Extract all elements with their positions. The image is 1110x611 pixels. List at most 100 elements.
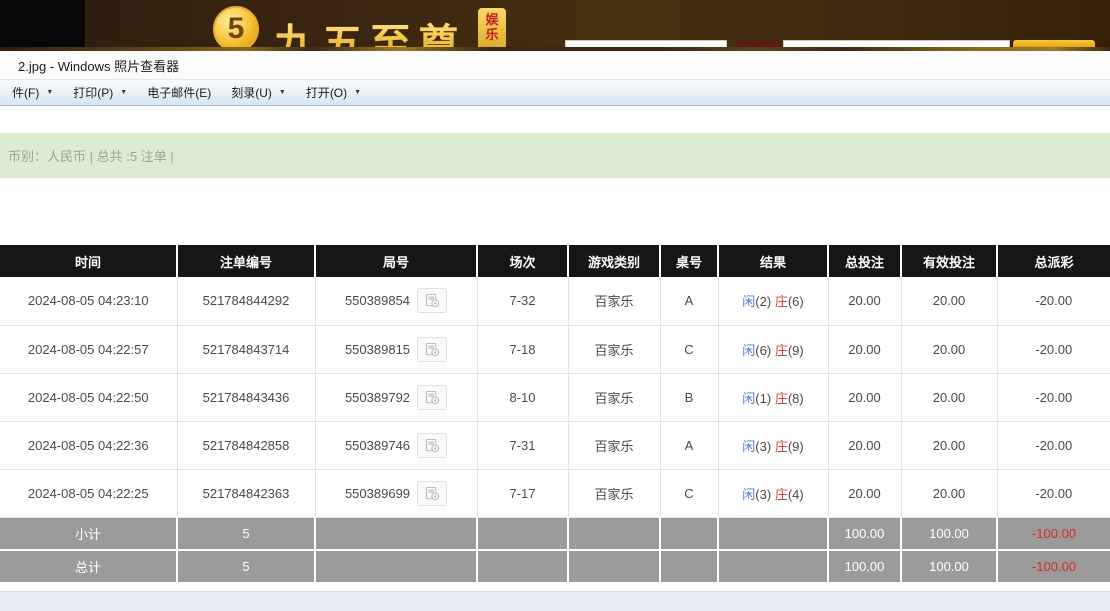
result-banker: 庄 <box>774 342 788 358</box>
replay-video-button[interactable] <box>417 432 448 458</box>
result-player: 闲 <box>742 438 756 454</box>
cell-session: 7-31 <box>477 421 569 470</box>
subtotal-valid-bet: 100.00 <box>901 517 998 551</box>
round-number: 550389699 <box>344 485 411 501</box>
cell-total-bet: 20.00 <box>828 373 902 422</box>
table-row: 2024-08-05 04:22:25 521784842363 5503896… <box>0 469 1110 518</box>
subtotal-count: 5 <box>177 517 316 551</box>
total-total-bet: 100.00 <box>828 550 902 584</box>
result-banker-score: (4) <box>787 486 804 502</box>
table-header-row: 时间 注单编号 局号 场次 游戏类别 桌号 结果 总投注 有效投注 总派彩 <box>0 245 1110 277</box>
header-bet-id: 注单编号 <box>177 245 316 277</box>
login-password-field[interactable] <box>783 40 1010 47</box>
cell-round: 550389854 <box>315 277 478 326</box>
cell-time: 2024-08-05 04:22:36 <box>0 421 178 470</box>
video-file-icon <box>425 438 439 452</box>
cell-time: 2024-08-05 04:22:25 <box>0 469 178 518</box>
replay-video-button[interactable] <box>417 336 448 362</box>
menu-email[interactable]: 电子邮件(E) <box>137 80 221 105</box>
cell-round: 550389815 <box>315 325 478 374</box>
result-player-score: (1) <box>755 390 772 406</box>
header-session: 场次 <box>477 245 569 277</box>
result-banker-score: (8) <box>787 390 804 406</box>
subtotal-payout: -100.00 <box>997 517 1110 551</box>
result-player: 闲 <box>742 294 756 310</box>
login-small-button[interactable] <box>735 40 781 47</box>
menu-print[interactable]: 打印(P) ▼ <box>63 80 137 105</box>
cell-table-no: C <box>660 469 719 518</box>
result-banker-score: (9) <box>787 342 804 358</box>
currency-info-text: 币别：人民币 | 总共 :5 注单 | <box>8 149 174 164</box>
table-row: 2024-08-05 04:23:10 521784844292 5503898… <box>0 277 1110 326</box>
cell-total-bet: 20.00 <box>828 469 902 518</box>
betting-records-table: 时间 注单编号 局号 场次 游戏类别 桌号 结果 总投注 有效投注 总派彩 20… <box>0 245 1110 584</box>
replay-video-button[interactable] <box>417 384 448 410</box>
cell-payout: -20.00 <box>997 277 1110 326</box>
photo-viewer-titlebar: 2.jpg - Windows 照片查看器 <box>0 51 1110 79</box>
cell-round: 550389699 <box>315 469 478 518</box>
cell-valid-bet: 20.00 <box>901 469 998 518</box>
result-banker: 庄 <box>774 486 788 502</box>
white-gap-bottom <box>0 584 1110 591</box>
video-file-icon <box>425 342 439 356</box>
round-number: 550389792 <box>344 389 411 405</box>
photo-viewer-menubar: 件(F) ▼ 打印(P) ▼ 电子邮件(E) 刻录(U) ▼ 打开(O) ▼ <box>0 79 1110 106</box>
casino-logo-text: 九五至尊 <box>274 10 466 47</box>
replay-video-button[interactable] <box>417 480 448 506</box>
total-empty <box>660 550 719 584</box>
replay-video-button[interactable] <box>417 288 448 314</box>
result-player: 闲 <box>742 342 756 358</box>
header-total-bet: 总投注 <box>828 245 902 277</box>
menu-burn[interactable]: 刻录(U) ▼ <box>221 80 296 105</box>
white-gap-middle <box>0 178 1110 245</box>
header-table-no: 桌号 <box>660 245 719 277</box>
total-valid-bet: 100.00 <box>901 550 998 584</box>
round-number: 550389815 <box>344 341 411 357</box>
menu-print-label: 打印(P) <box>73 86 114 100</box>
cell-bet-id: 521784843436 <box>177 373 316 422</box>
cell-table-no: C <box>660 325 719 374</box>
white-gap-top <box>0 106 1110 133</box>
table-row: 2024-08-05 04:22:50 521784843436 5503897… <box>0 373 1110 422</box>
banner-black-box <box>0 0 85 47</box>
casino-banner: 5 九五至尊 娱乐 <box>0 0 1110 47</box>
grand-total-row: 总计 5 100.00 100.00 -100.00 <box>0 550 1110 584</box>
cell-table-no: A <box>660 277 719 326</box>
subtotal-total-bet: 100.00 <box>828 517 902 551</box>
subtotal-empty <box>660 517 719 551</box>
menu-file[interactable]: 件(F) ▼ <box>2 80 63 105</box>
menu-burn-label: 刻录(U) <box>231 86 272 100</box>
video-file-icon <box>425 486 439 500</box>
subtotal-empty <box>315 517 478 551</box>
video-file-icon <box>425 390 439 404</box>
casino-entertainment-badge: 娱乐 <box>478 8 506 47</box>
table-row: 2024-08-05 04:22:57 521784843714 5503898… <box>0 325 1110 374</box>
table-row: 2024-08-05 04:22:36 521784842858 5503897… <box>0 421 1110 470</box>
subtotal-label: 小计 <box>0 517 178 551</box>
result-player-score: (3) <box>755 486 772 502</box>
menu-email-label: 电子邮件(E) <box>147 86 212 100</box>
cell-table-no: A <box>660 421 719 470</box>
total-empty <box>718 550 829 584</box>
chevron-down-icon: ▼ <box>354 89 362 96</box>
cell-payout: -20.00 <box>997 373 1110 422</box>
login-gold-button[interactable] <box>1013 40 1095 47</box>
menu-open[interactable]: 打开(O) ▼ <box>296 80 371 105</box>
result-banker-score: (9) <box>787 438 804 454</box>
result-player: 闲 <box>742 486 756 502</box>
cell-time: 2024-08-05 04:23:10 <box>0 277 178 326</box>
result-banker: 庄 <box>774 390 788 406</box>
cell-bet-id: 521784844292 <box>177 277 316 326</box>
login-username-field[interactable] <box>565 40 727 47</box>
cell-game-type: 百家乐 <box>568 421 661 470</box>
cell-game-type: 百家乐 <box>568 469 661 518</box>
chevron-down-icon: ▼ <box>278 89 286 96</box>
cell-session: 8-10 <box>477 373 569 422</box>
total-payout: -100.00 <box>997 550 1110 584</box>
cell-payout: -20.00 <box>997 421 1110 470</box>
cell-payout: -20.00 <box>997 469 1110 518</box>
cell-result: 闲(2) 庄(6) <box>718 277 829 326</box>
header-valid-bet: 有效投注 <box>901 245 998 277</box>
cell-session: 7-32 <box>477 277 569 326</box>
total-empty <box>568 550 661 584</box>
